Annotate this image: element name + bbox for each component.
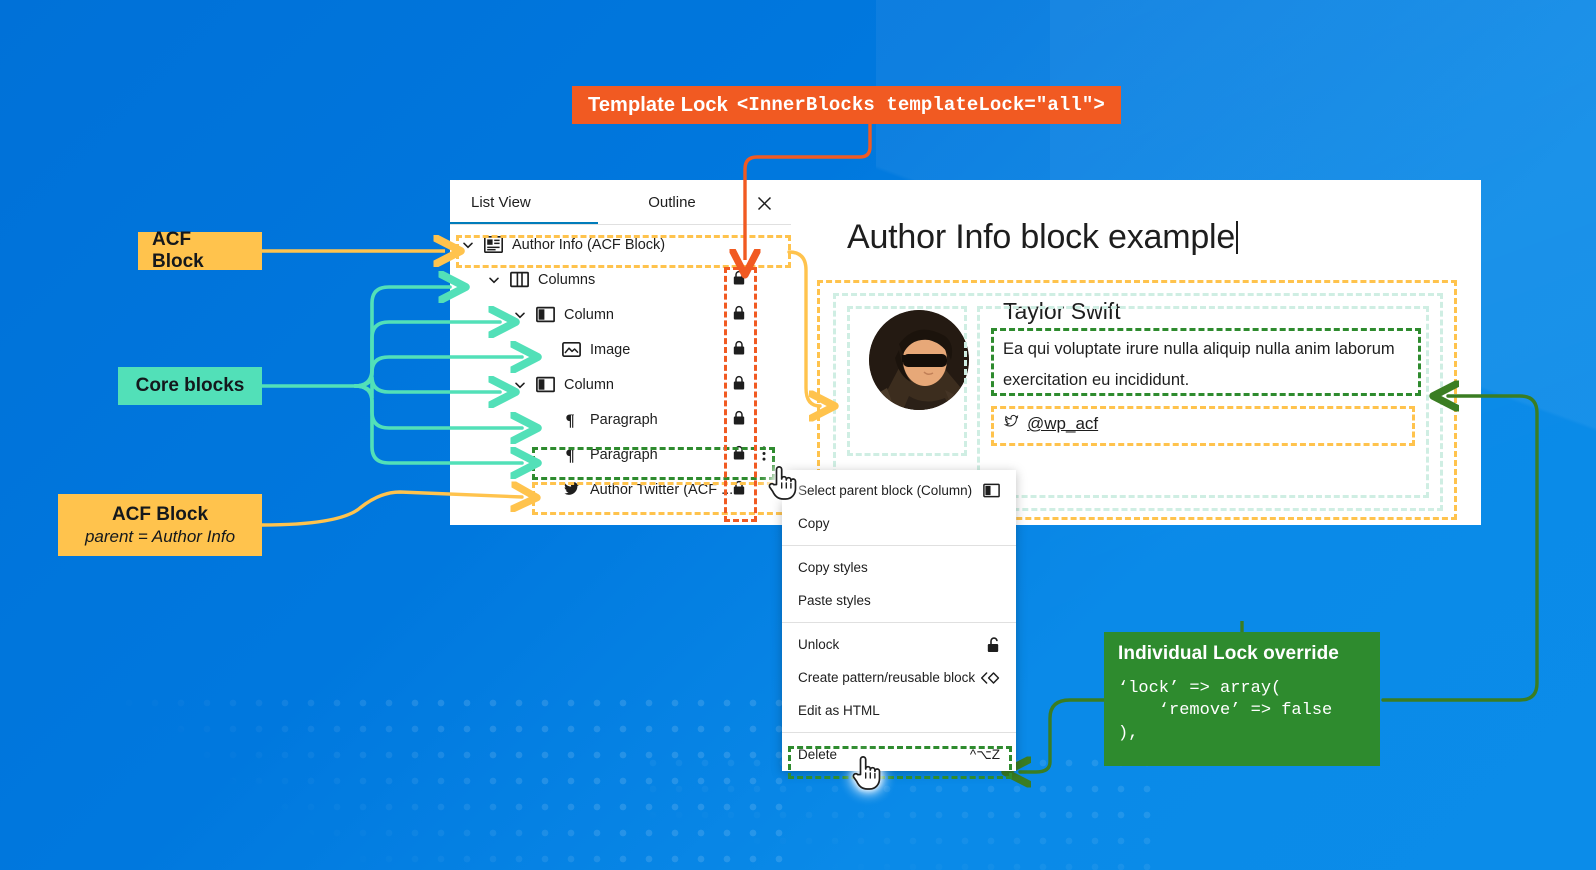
callout-acf-block-top-label: ACF Block bbox=[152, 229, 204, 272]
callout-core-blocks: Core blocks bbox=[118, 367, 262, 405]
paragraph-icon: ¶ bbox=[558, 411, 584, 428]
list-item-label: Paragraph bbox=[590, 446, 658, 463]
block-context-menu: Select parent block (Column) Copy Copy s… bbox=[782, 470, 1016, 771]
menu-item-edit-as-html[interactable]: Edit as HTML bbox=[782, 694, 1016, 727]
callout-acf-block-top: ACF Block bbox=[138, 229, 262, 272]
callout-acf-block-parent-label: ACF Block bbox=[111, 503, 209, 525]
close-icon[interactable] bbox=[751, 190, 777, 216]
menu-item-label: Copy bbox=[798, 516, 830, 531]
menu-item-unlock[interactable]: Unlock bbox=[782, 628, 1016, 661]
menu-item-label: Select parent block (Column) bbox=[798, 483, 973, 498]
list-item-label: Paragraph bbox=[590, 411, 658, 428]
callout-acf-block-parent-sub: parent = Author Info bbox=[84, 526, 236, 546]
list-item[interactable]: Author Twitter (ACF ... bbox=[450, 472, 791, 507]
list-item-label: Image bbox=[590, 341, 631, 358]
template-lock-banner-code: <InnerBlocks templateLock="all"> bbox=[736, 94, 1105, 116]
callout-lock-title: Individual Lock override bbox=[1118, 643, 1339, 664]
callout-individual-lock-override: Individual Lock override ‘lock’ => array… bbox=[1104, 632, 1380, 766]
menu-item-label: Copy styles bbox=[798, 560, 868, 575]
tab-list-view[interactable]: List View bbox=[450, 180, 598, 225]
pattern-icon bbox=[981, 671, 1000, 685]
screenshot-stage: List View Outline Author Info (ACF Block… bbox=[0, 0, 1596, 870]
menu-item-label: Create pattern/reusable block bbox=[798, 670, 976, 685]
avatar-portrait bbox=[869, 310, 969, 410]
avatar bbox=[869, 310, 969, 410]
menu-separator bbox=[782, 622, 1016, 623]
menu-item-label: Delete bbox=[798, 747, 838, 762]
column-icon bbox=[532, 376, 558, 393]
paragraph-icon: ¶ bbox=[558, 446, 584, 463]
list-item-label: Columns bbox=[538, 271, 596, 288]
list-view-panel: List View Outline Author Info (ACF Block… bbox=[450, 180, 791, 525]
menu-item-label: Edit as HTML bbox=[798, 703, 880, 718]
list-view-tabs: List View Outline bbox=[450, 180, 791, 225]
menu-item-copy-styles[interactable]: Copy styles bbox=[782, 551, 1016, 584]
menu-item-delete[interactable]: Delete ^⌥Z bbox=[782, 738, 1016, 771]
menu-item-create-pattern[interactable]: Create pattern/reusable block bbox=[782, 661, 1016, 694]
lock-icon bbox=[733, 410, 745, 429]
column-icon bbox=[532, 306, 558, 323]
list-item-label: Column bbox=[564, 376, 614, 393]
menu-item-copy[interactable]: Copy bbox=[782, 507, 1016, 540]
list-item-selected[interactable]: ¶ Paragraph bbox=[450, 437, 791, 472]
twitter-bird-icon bbox=[1003, 414, 1020, 434]
author-twitter-link[interactable]: @wp_acf bbox=[1003, 414, 1098, 434]
template-lock-banner-prefix: Template Lock bbox=[588, 93, 728, 116]
svg-text:¶: ¶ bbox=[565, 411, 574, 428]
list-item[interactable]: Column bbox=[450, 367, 791, 402]
unlock-icon bbox=[987, 636, 1000, 653]
chevron-down-icon[interactable] bbox=[508, 309, 532, 321]
text-caret bbox=[1236, 221, 1239, 254]
list-item[interactable]: Image bbox=[450, 332, 791, 367]
twitter-icon bbox=[558, 481, 584, 498]
list-item-label: Author Info (ACF Block) bbox=[512, 236, 666, 253]
callout-lock-code: ‘lock’ => array( ‘remove’ => false ), bbox=[1118, 679, 1333, 743]
menu-item-shortcut: ^⌥Z bbox=[969, 746, 1000, 762]
menu-item-label: Unlock bbox=[798, 637, 840, 652]
block-tree: Author Info (ACF Block) Columns Column I… bbox=[450, 225, 791, 507]
template-lock-banner: Template Lock <InnerBlocks templateLock=… bbox=[572, 86, 1121, 124]
list-item[interactable]: Column bbox=[450, 297, 791, 332]
author-bio[interactable]: Ea qui voluptate irure nulla aliquip nul… bbox=[1003, 334, 1423, 395]
acf-block-icon bbox=[480, 236, 506, 253]
menu-item-paste-styles[interactable]: Paste styles bbox=[782, 584, 1016, 617]
lock-icon bbox=[733, 340, 745, 359]
svg-text:¶: ¶ bbox=[565, 446, 574, 463]
author-name: Taylor Swift bbox=[1003, 298, 1121, 324]
chevron-down-icon[interactable] bbox=[456, 239, 480, 251]
menu-item-select-parent-block[interactable]: Select parent block (Column) bbox=[782, 474, 1016, 507]
menu-item-label: Paste styles bbox=[798, 593, 871, 608]
menu-separator bbox=[782, 732, 1016, 733]
lock-icon bbox=[733, 480, 745, 499]
chevron-down-icon[interactable] bbox=[508, 379, 532, 391]
list-item-label: Author Twitter (ACF ... bbox=[590, 481, 734, 498]
list-item-label: Column bbox=[564, 306, 614, 323]
lock-icon bbox=[733, 445, 745, 464]
tab-outline[interactable]: Outline bbox=[598, 180, 746, 225]
list-item[interactable]: Columns bbox=[450, 262, 791, 297]
lock-icon bbox=[733, 270, 745, 289]
page-title[interactable]: Author Info block example bbox=[847, 218, 1239, 257]
callout-core-blocks-label: Core blocks bbox=[135, 375, 245, 396]
columns-icon bbox=[506, 271, 532, 288]
menu-separator bbox=[782, 545, 1016, 546]
callout-acf-block-parent: ACF Block parent = Author Info bbox=[58, 494, 262, 556]
image-icon bbox=[558, 341, 584, 358]
tab-list-view-label: List View bbox=[471, 194, 531, 211]
list-item[interactable]: ¶ Paragraph bbox=[450, 402, 791, 437]
column-icon bbox=[983, 483, 1000, 498]
twitter-handle: @wp_acf bbox=[1027, 414, 1099, 433]
page-title-text: Author Info block example bbox=[847, 218, 1236, 256]
chevron-down-icon[interactable] bbox=[482, 274, 506, 286]
list-item[interactable]: Author Info (ACF Block) bbox=[450, 227, 791, 262]
lock-icon bbox=[733, 305, 745, 324]
lock-icon bbox=[733, 375, 745, 394]
block-options-kebab-icon[interactable] bbox=[762, 445, 766, 464]
tab-outline-label: Outline bbox=[648, 194, 696, 211]
